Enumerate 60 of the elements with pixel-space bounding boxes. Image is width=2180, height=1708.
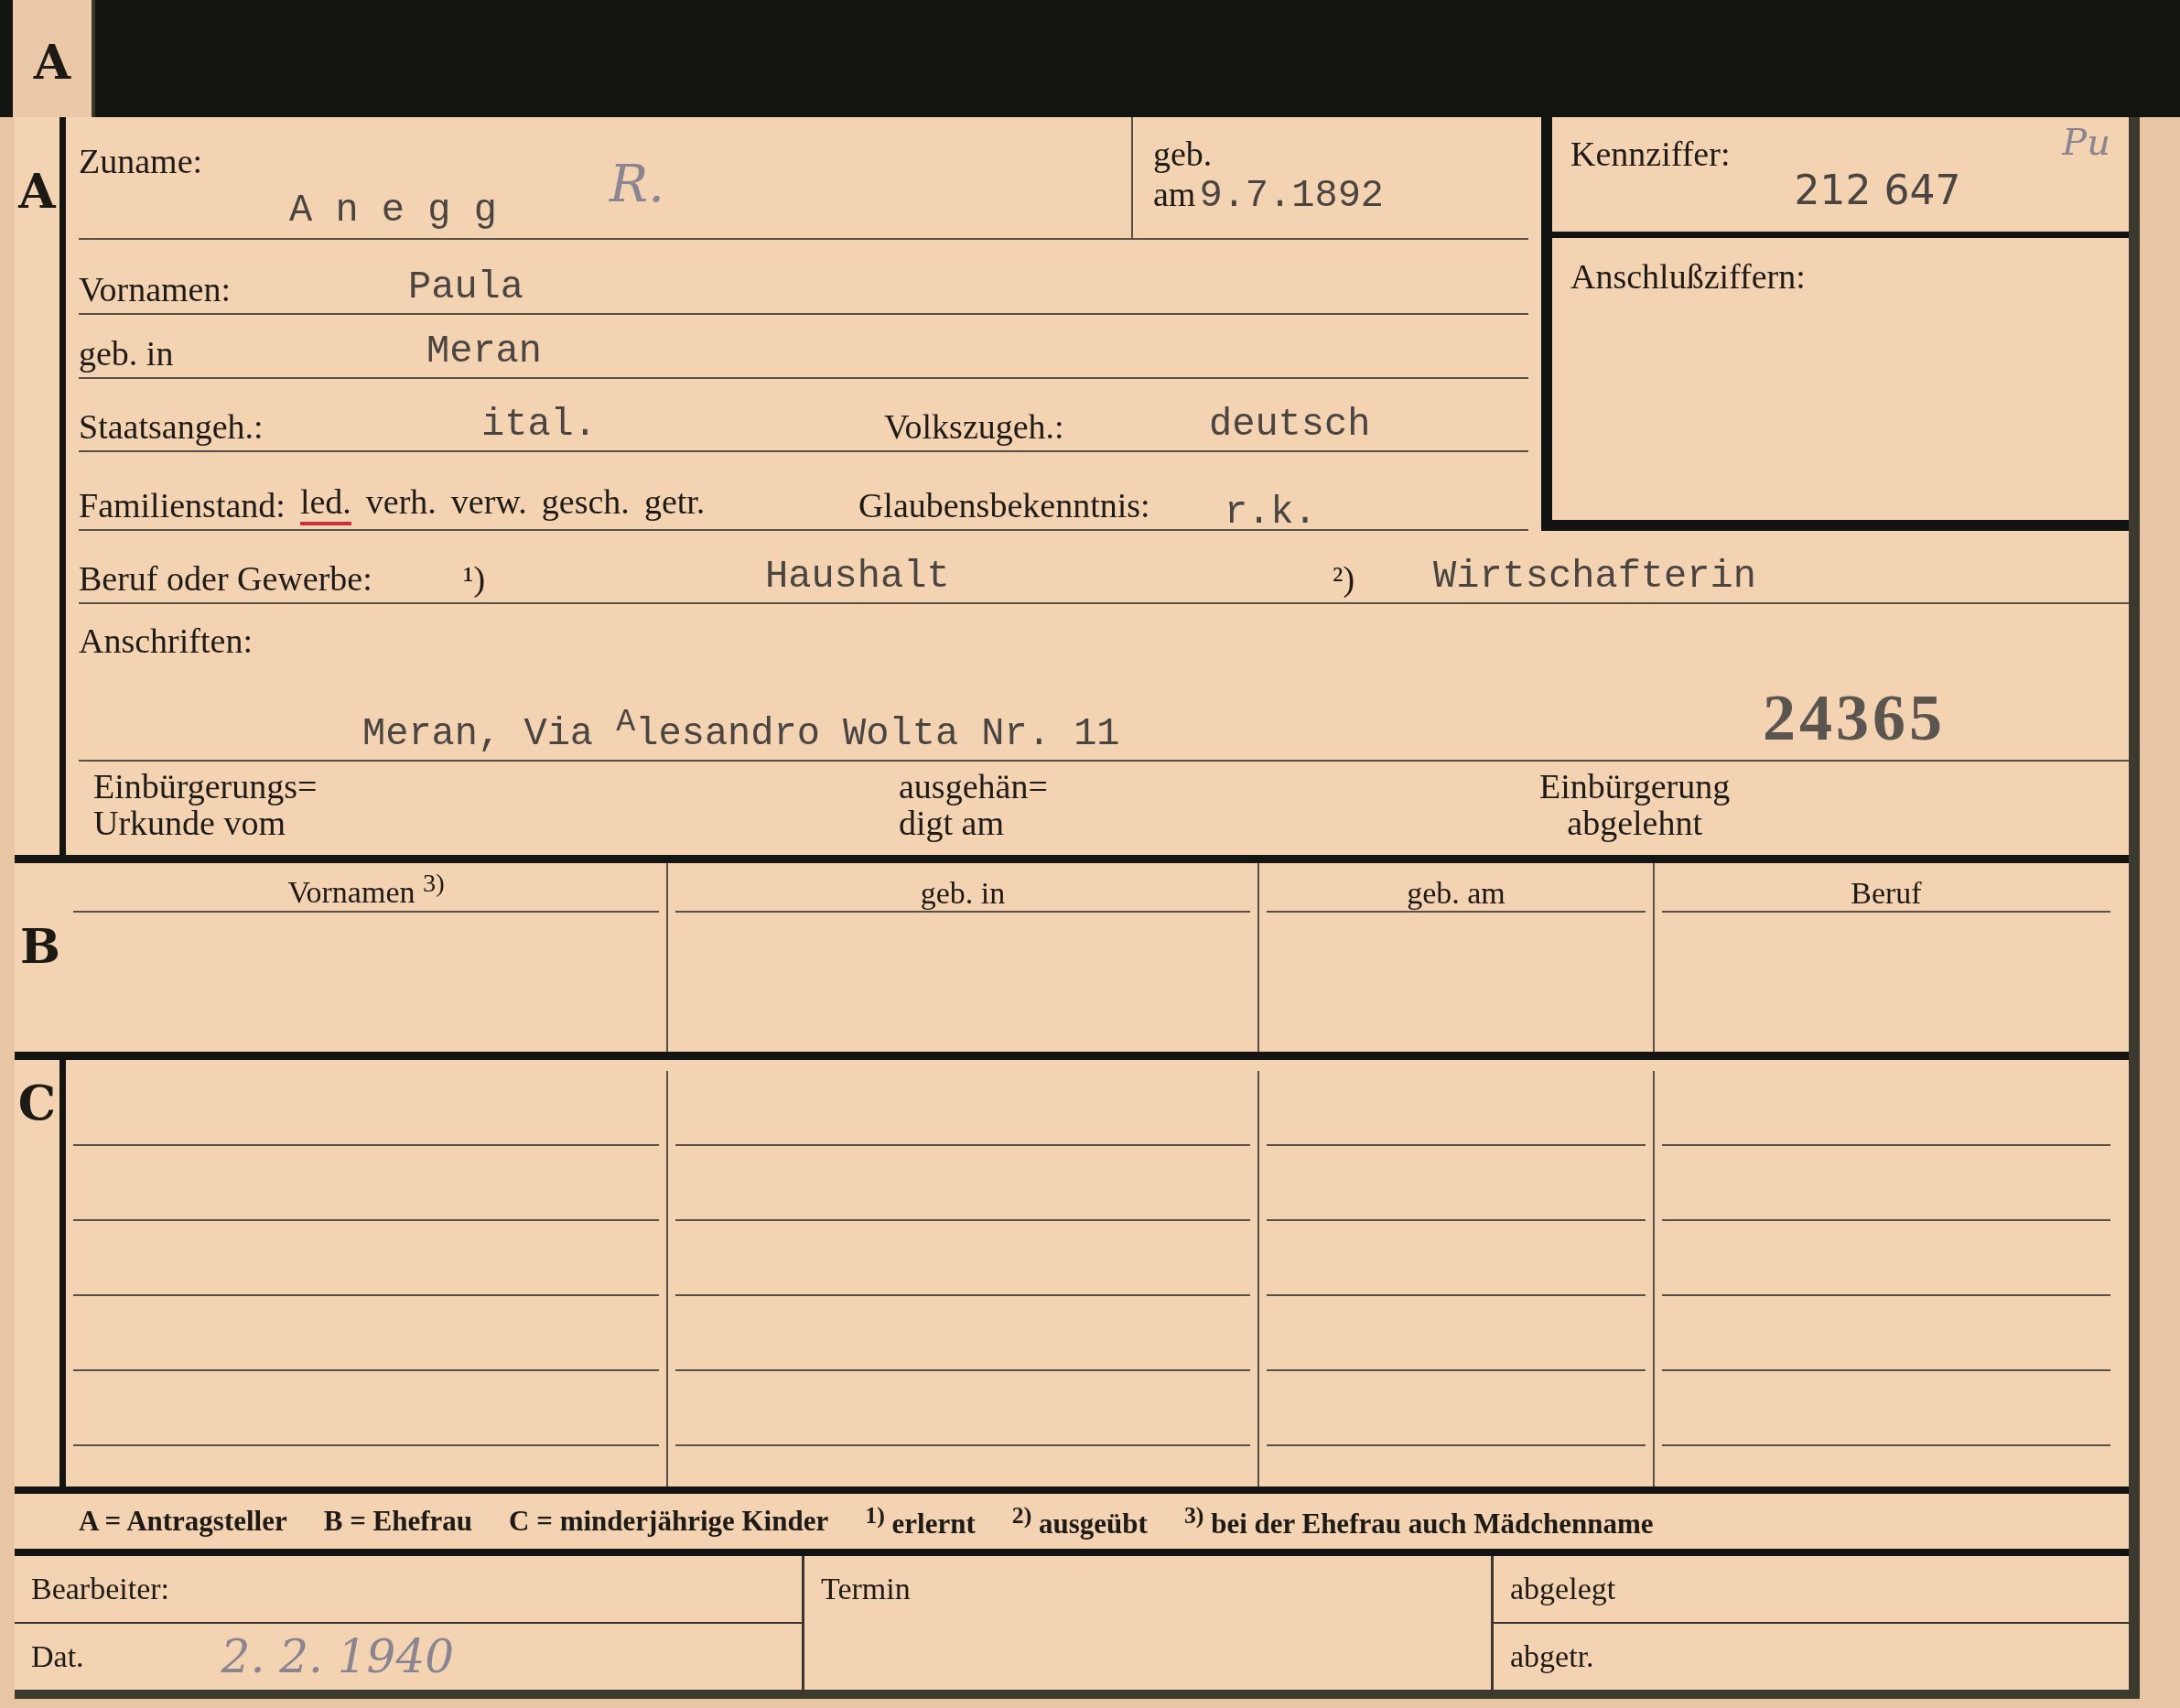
typed-value: r.k. — [1224, 491, 1317, 535]
field-label: abgelegt — [1510, 1572, 1616, 1606]
field-label: Urkunde vom — [93, 805, 286, 842]
field-label: abgetr. — [1510, 1639, 1594, 1674]
legend-text: C = minderjährige Kinder — [509, 1505, 829, 1539]
field-label: Beruf oder Gewerbe: — [79, 558, 373, 599]
field-label: Vornamen: — [79, 269, 232, 309]
marital-option: getr. — [643, 481, 706, 525]
section-letter: B — [20, 917, 60, 976]
stamped-number: 212 647 — [1794, 167, 1961, 215]
field-label: Bearbeiter: — [31, 1572, 170, 1606]
field-label: Einbürgerungs= — [93, 769, 318, 805]
typed-value: Haushalt — [765, 555, 951, 599]
footnote-mark: ²) — [1333, 558, 1356, 599]
field-label: Einbürgerung — [1539, 769, 1731, 805]
handwritten-note: R. — [610, 154, 664, 213]
section-letter: A — [33, 34, 71, 90]
field-label: Dat. — [31, 1639, 84, 1674]
legend-text: A = Antragsteller — [79, 1505, 287, 1539]
typed-value: Paula — [408, 265, 524, 309]
legend-text: $^{1)}$ erlernt — [865, 1502, 976, 1541]
section-letter: C — [17, 1075, 57, 1133]
typed-value: deutsch — [1209, 403, 1371, 447]
column-header: Vornamen $^{3)}$ — [287, 869, 445, 911]
legend-text: $^{2)}$ ausgeübt — [1011, 1502, 1148, 1541]
field-label: ausgehän= — [899, 769, 1049, 805]
field-label: Staatsangeh.: — [79, 406, 264, 447]
column-header: geb. am — [1407, 875, 1505, 911]
typed-value: 9.7.1892 — [1199, 174, 1385, 218]
legend-text: B = Ehefrau — [323, 1505, 473, 1539]
field-label: Anschlußziffern: — [1570, 257, 1806, 296]
typed-value: A n e g g — [289, 189, 498, 232]
stamped-number: 24365 — [1763, 680, 1946, 756]
typed-value: ital. — [481, 403, 599, 447]
field-label: Termin — [821, 1572, 911, 1606]
footnote-mark: ¹) — [463, 558, 487, 599]
field-label: digt am — [899, 805, 1005, 842]
marital-option: led. — [299, 481, 351, 525]
handwritten-date: 2. 2. 1940 — [221, 1630, 455, 1683]
marital-option: verw. — [450, 481, 527, 525]
field-label: am — [1153, 174, 1196, 214]
field-label: Anschriften: — [79, 621, 254, 661]
field-label: Glaubensbekenntnis: — [858, 485, 1151, 525]
field-label: Volkszugeh.: — [884, 406, 1065, 447]
field-label: geb. in — [79, 333, 175, 373]
column-header: Beruf — [1851, 875, 1922, 911]
section-letter: A — [18, 163, 56, 221]
field-label: Familienstand: — [79, 485, 286, 525]
field-label: geb. — [1153, 134, 1214, 174]
handwritten-initials: Pu — [2062, 121, 2110, 163]
marital-option: verh. — [365, 481, 437, 525]
legend-text: $^{3)}$ bei der Ehefrau auch Mädchenname — [1183, 1502, 1654, 1541]
field-label: Zuname: — [79, 141, 204, 181]
column-header: geb. in — [920, 875, 1006, 911]
marital-option: gesch. — [541, 481, 630, 525]
field-label: abgelehnt — [1567, 805, 1702, 842]
typed-value: Meran, Via $^{A}$lesandro Wolta Nr. 11 — [362, 704, 1120, 756]
field-label: Kennziffer: — [1570, 134, 1731, 175]
typed-value: Wirtschafterin — [1433, 555, 1756, 599]
typed-value: Meran — [426, 330, 543, 373]
